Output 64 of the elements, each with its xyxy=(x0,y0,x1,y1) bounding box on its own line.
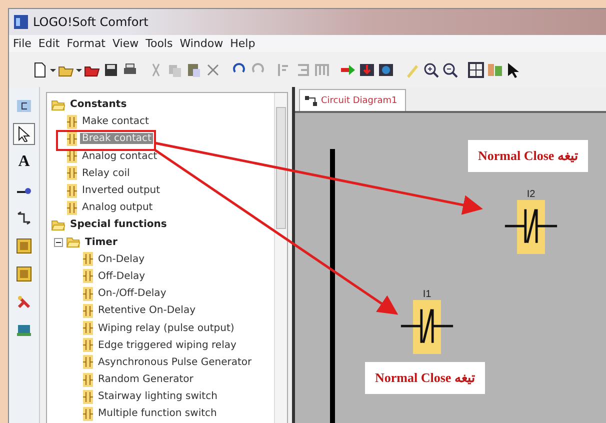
tree-item[interactable]: Multiple function switch xyxy=(96,408,219,420)
diagram-icon xyxy=(304,94,318,106)
tree-item[interactable]: Off-Delay xyxy=(96,270,148,282)
tree-item[interactable]: Analog output xyxy=(80,202,155,214)
wire-icon xyxy=(16,210,32,226)
tree-item[interactable]: Relay coil xyxy=(80,168,132,179)
tree-item[interactable]: On-/Off-Delay xyxy=(96,288,168,300)
computer-icon xyxy=(16,322,32,338)
constants-icon xyxy=(16,98,32,114)
app-icon xyxy=(13,14,29,30)
pointer-icon xyxy=(16,126,32,142)
block-icon xyxy=(83,304,93,318)
block-icon xyxy=(16,266,32,282)
tab-label: Circuit Diagram1 xyxy=(321,96,398,106)
menu-item[interactable]: Help xyxy=(230,37,256,50)
menu-item[interactable]: File xyxy=(13,37,32,50)
block-icon xyxy=(67,114,77,129)
text-tool[interactable]: A xyxy=(13,151,35,173)
tree-item[interactable]: Constants xyxy=(68,99,129,110)
menu-item[interactable]: Format xyxy=(66,37,106,50)
tree-item[interactable]: Analog contact xyxy=(80,150,160,162)
block-icon xyxy=(83,252,93,266)
block-icon xyxy=(67,200,77,215)
break-contact-block[interactable] xyxy=(503,200,559,254)
window-title: LOGO!Soft Comfort xyxy=(33,15,148,29)
block-icon xyxy=(83,321,93,336)
menu-item[interactable]: Window xyxy=(180,37,224,50)
block-icon xyxy=(83,355,93,370)
zoom-out-icon[interactable] xyxy=(441,60,459,78)
block-icon xyxy=(67,132,77,146)
tree-item[interactable]: Retentive On-Delay xyxy=(96,305,198,316)
annotation-label: Normal Close تیغه xyxy=(468,140,588,172)
tree-item[interactable]: On-Delay xyxy=(96,254,146,265)
tree-item[interactable]: Inverted output xyxy=(80,185,162,196)
diagram-tab[interactable]: Circuit Diagram1 xyxy=(299,89,406,111)
tree-item[interactable]: Timer xyxy=(83,236,120,248)
select-tool[interactable] xyxy=(13,123,35,145)
tree-item[interactable]: Stairway lighting switch xyxy=(96,391,220,402)
menu-item[interactable]: Tools xyxy=(146,37,173,50)
collapse-icon[interactable] xyxy=(54,238,63,247)
grid-icon[interactable] xyxy=(467,60,485,78)
tree-item[interactable]: Random Generator xyxy=(96,374,196,386)
menu-item[interactable]: Edit xyxy=(38,37,60,50)
block-icon xyxy=(83,372,93,387)
block-icon xyxy=(67,166,77,180)
tree-item[interactable]: Wiping relay (pulse output) xyxy=(96,322,236,334)
contact-label: I1 xyxy=(422,289,432,300)
tree-item[interactable]: Edge triggered wiping relay xyxy=(96,340,238,351)
block-icon xyxy=(83,390,93,404)
block-icon xyxy=(83,269,93,284)
annotation-label: Normal Close تیغه xyxy=(365,362,486,394)
block-icon xyxy=(83,338,93,352)
block-icon xyxy=(83,286,93,301)
tree-item[interactable]: Special functions xyxy=(68,219,169,230)
block-icon xyxy=(16,238,32,254)
break-contact-block[interactable] xyxy=(399,300,455,354)
block-icon xyxy=(67,184,77,198)
tree-item[interactable]: Make contact xyxy=(80,116,151,128)
scrollbar[interactable] xyxy=(274,93,287,423)
block-icon xyxy=(83,406,93,421)
menu-item[interactable]: View xyxy=(112,37,139,50)
tree-item[interactable]: Asynchronous Pulse Generator xyxy=(96,356,254,368)
contact-label: I2 xyxy=(526,189,536,200)
zoom-in-icon[interactable] xyxy=(422,60,440,78)
